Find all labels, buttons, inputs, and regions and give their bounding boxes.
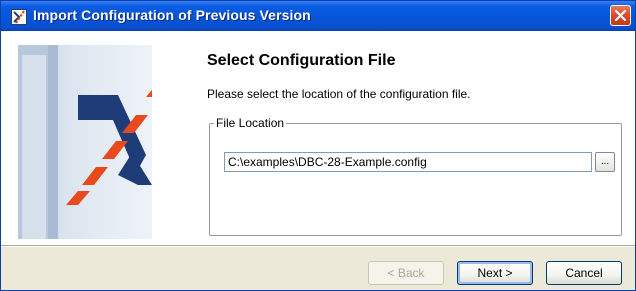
title-bar[interactable]: Import Configuration of Previous Version <box>1 1 635 31</box>
back-button[interactable]: < Back <box>368 261 444 285</box>
file-location-legend: File Location <box>214 116 287 130</box>
vector-x-logo-icon <box>11 9 27 25</box>
close-button[interactable] <box>610 5 631 26</box>
wizard-content: Select Configuration File Please select … <box>1 31 635 245</box>
import-config-dialog: Import Configuration of Previous Version <box>0 0 636 291</box>
wizard-side-image <box>18 45 152 239</box>
file-path-input[interactable] <box>224 152 592 172</box>
cancel-button[interactable]: Cancel <box>546 261 622 285</box>
page-description: Please select the location of the config… <box>207 87 471 101</box>
window-title: Import Configuration of Previous Version <box>33 7 311 23</box>
wizard-footer: < Back Next > Cancel <box>1 247 635 290</box>
next-button[interactable]: Next > <box>457 261 533 285</box>
page-title: Select Configuration File <box>207 52 396 69</box>
close-icon <box>614 9 627 22</box>
file-location-group: File Location ... <box>209 116 622 236</box>
browse-button[interactable]: ... <box>595 152 615 172</box>
